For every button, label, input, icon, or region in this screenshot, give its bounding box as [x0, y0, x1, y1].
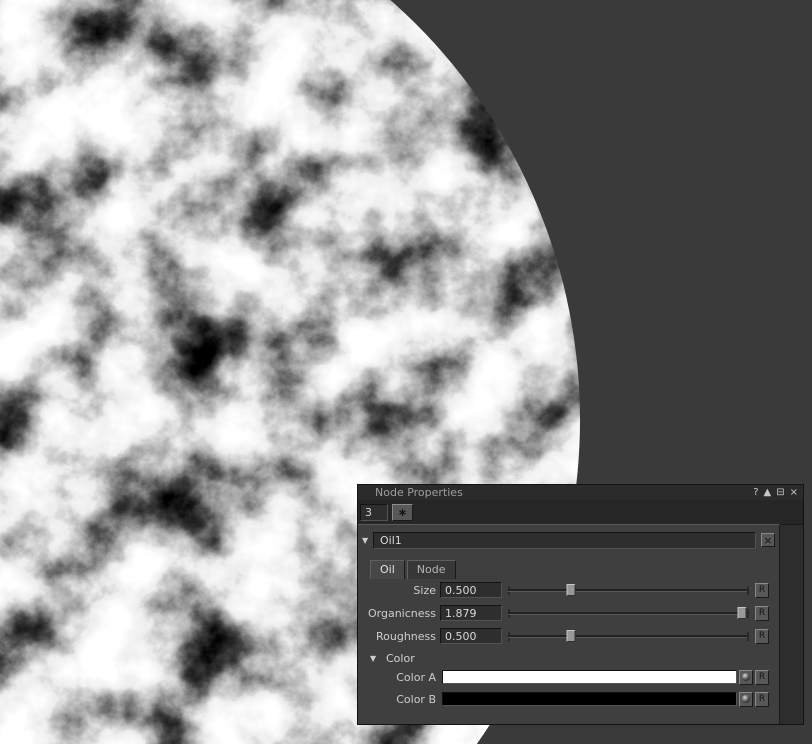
param-value-field[interactable]: 1.879 [440, 605, 502, 621]
node-properties-window: Node Properties ? ▲ ⊟ × 3 ∗ ▼ Oil1 × Oil [357, 484, 804, 725]
page-count-field[interactable]: 3 [360, 504, 388, 521]
param-slider[interactable] [508, 628, 749, 644]
param-value-field[interactable]: 0.500 [440, 628, 502, 644]
toolbar-button[interactable]: ∗ [392, 504, 413, 521]
color-wheel-icon [742, 673, 750, 681]
param-row-roughness: Roughness 0.500 R [360, 627, 769, 645]
section-label: Color [386, 652, 415, 665]
node-name-field[interactable]: Oil1 [373, 532, 756, 549]
reset-button[interactable]: R [755, 629, 769, 644]
color-picker-button[interactable] [739, 692, 753, 707]
color-swatch[interactable] [442, 692, 737, 706]
slider-groove [508, 635, 749, 637]
color-row-a: Color A R [360, 669, 769, 685]
close-window-icon[interactable]: × [790, 485, 798, 500]
toolbar: 3 ∗ [358, 500, 803, 524]
reset-button[interactable]: R [755, 583, 769, 598]
help-icon[interactable]: ? [753, 485, 758, 500]
titlebar-icons: ? ▲ ⊟ × [753, 485, 798, 500]
slider-groove [508, 589, 749, 591]
tab-bar: Oil Node [370, 560, 779, 579]
param-row-organicness: Organicness 1.879 R [360, 604, 769, 622]
param-value-field[interactable]: 0.500 [440, 582, 502, 598]
collapse-triangle-icon[interactable]: ▼ [362, 536, 373, 545]
tab-oil[interactable]: Oil [370, 560, 405, 579]
color-wheel-icon [742, 695, 750, 703]
scrollbar-trough[interactable] [780, 524, 803, 724]
param-row-size: Size 0.500 R [360, 581, 769, 599]
window-title: Node Properties [375, 485, 463, 500]
node-header: ▼ Oil1 × [362, 531, 775, 549]
float-window-icon[interactable]: ⊟ [776, 485, 784, 500]
slider-handle[interactable] [566, 584, 575, 596]
parameters-body: ▼ Oil1 × Oil Node Size 0.500 R Organi [358, 524, 780, 724]
slider-groove [508, 612, 749, 614]
collapse-triangle-icon: ▼ [370, 654, 381, 663]
reset-button[interactable]: R [755, 692, 769, 707]
param-slider[interactable] [508, 605, 749, 621]
param-label: Color B [360, 693, 440, 706]
reset-button[interactable]: R [755, 670, 769, 685]
param-label: Size [360, 584, 440, 597]
rollup-icon[interactable]: ▲ [764, 485, 772, 500]
color-section-header[interactable]: ▼ Color [370, 651, 779, 665]
color-swatch[interactable] [442, 670, 737, 684]
viewer-background: Node Properties ? ▲ ⊟ × 3 ∗ ▼ Oil1 × Oil [0, 0, 812, 744]
color-row-b: Color B R [360, 691, 769, 707]
param-label: Roughness [360, 630, 440, 643]
node-close-button[interactable]: × [761, 533, 775, 547]
slider-handle[interactable] [737, 607, 746, 619]
titlebar[interactable]: Node Properties ? ▲ ⊟ × [358, 485, 803, 500]
param-slider[interactable] [508, 582, 749, 598]
param-label: Color A [360, 671, 440, 684]
tab-node[interactable]: Node [407, 560, 456, 579]
color-picker-button[interactable] [739, 670, 753, 685]
asterisk-icon: ∗ [398, 506, 407, 519]
param-label: Organicness [360, 607, 440, 620]
reset-button[interactable]: R [755, 606, 769, 621]
slider-handle[interactable] [566, 630, 575, 642]
